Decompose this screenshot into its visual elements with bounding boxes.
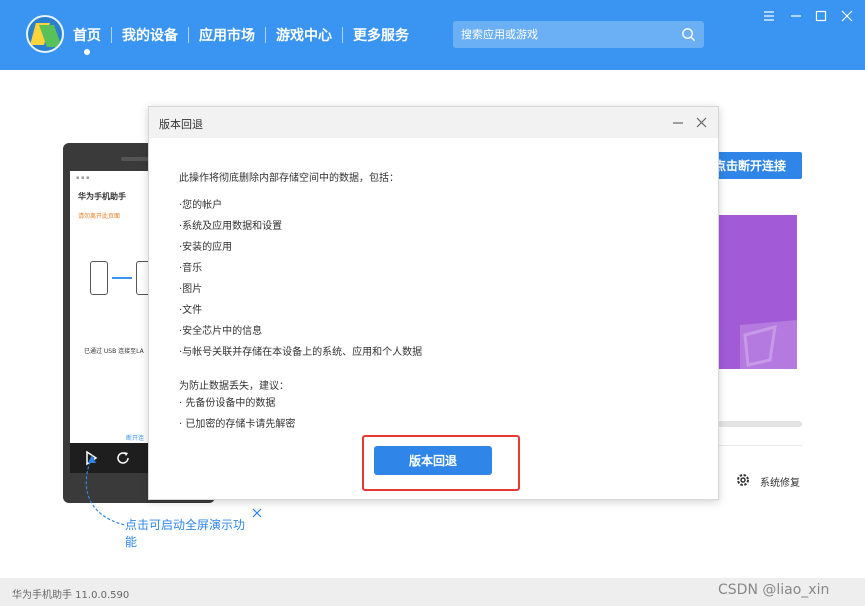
minimize-icon[interactable] [789,9,803,23]
top-bar: 首页 我的设备 应用市场 游戏中心 更多服务 [0,0,865,70]
watermark: CSDN @liao_xin [718,582,830,598]
nav-divider [111,27,112,43]
list-item: ·系统及应用数据和设置 [179,221,283,232]
deleted-data-list: ·您的帐户 ·系统及应用数据和设置 ·安装的应用 ·音乐 ·图片 ·文件 ·安全… [179,195,422,363]
phone-device-icon [90,261,108,295]
close-icon[interactable] [251,507,263,519]
usb-connected-text: 已通过 USB 连接至LA [84,348,144,355]
advice-title: 为防止数据丢失，建议： [179,381,289,392]
list-item: ·音乐 [179,263,203,274]
nav-item-label: 应用市场 [199,28,255,44]
nav-divider [188,27,189,43]
nav-item-label: 首页 [73,28,101,44]
dialog-title-bar: 版本回退 [149,107,718,138]
gear-icon[interactable] [735,472,751,488]
nav-divider [342,27,343,43]
phone-status-bar: ▪ ▪ ▪ [76,175,90,181]
list-item: · 先备份设备中的数据 [179,398,276,409]
list-item: ·安装的应用 [179,242,233,253]
search-box [453,21,704,48]
phone-app-title: 华为手机助手 [78,192,126,201]
list-item: ·安全芯片中的信息 [179,326,263,337]
list-item: ·与帐号关联并存储在本设备上的系统、应用和个人数据 [179,347,423,358]
connect-arrow-icon [112,277,132,279]
rollback-dialog: 版本回退 此操作将彻底删除内部存储空间中的数据，包括： ·您的帐户 ·系统及应用… [148,106,719,500]
phone-speaker [121,157,151,161]
nav-item-app-market[interactable]: 应用市场 [199,25,255,45]
app-logo-icon [26,15,64,53]
system-repair-label[interactable]: 系统修复 [760,474,800,489]
nav-item-more-services[interactable]: 更多服务 [353,25,409,45]
demo-hint-text: 点击可启动全屏演示功能 [125,518,246,549]
nav-item-game-center[interactable]: 游戏中心 [276,25,332,45]
close-icon[interactable] [695,116,708,129]
maximize-icon[interactable] [814,9,828,23]
main-nav: 首页 我的设备 应用市场 游戏中心 更多服务 [73,25,409,55]
list-item: ·图片 [179,284,203,295]
menu-icon[interactable] [762,9,776,23]
nav-divider [265,27,266,43]
search-icon[interactable] [681,27,696,42]
advice-list: · 先备份设备中的数据 · 已加密的存储卡请先解密 [179,393,295,435]
minimize-icon[interactable] [671,116,685,130]
close-icon[interactable] [840,9,854,23]
dialog-intro: 此操作将彻底删除内部存储空间中的数据，包括： [179,173,399,184]
phone-disconnect-link: 断开连 [126,435,145,442]
app-version: 华为手机助手 11.0.0.590 [12,590,130,601]
dialog-title: 版本回退 [159,118,203,131]
list-item: ·您的帐户 [179,200,223,211]
nav-item-label: 我的设备 [122,28,178,44]
list-item: · 已加密的存储卡请先解密 [179,419,296,430]
nav-item-label: 更多服务 [353,28,409,44]
nav-item-home[interactable]: 首页 [73,25,101,55]
nav-item-my-devices[interactable]: 我的设备 [122,25,178,45]
rollback-confirm-button[interactable]: 版本回退 [374,446,492,475]
list-item: ·文件 [179,305,203,316]
phone-notice: 请勿离开此页面 [78,213,121,220]
search-input[interactable] [453,21,673,48]
active-indicator [84,49,90,55]
nav-item-label: 游戏中心 [276,28,332,44]
